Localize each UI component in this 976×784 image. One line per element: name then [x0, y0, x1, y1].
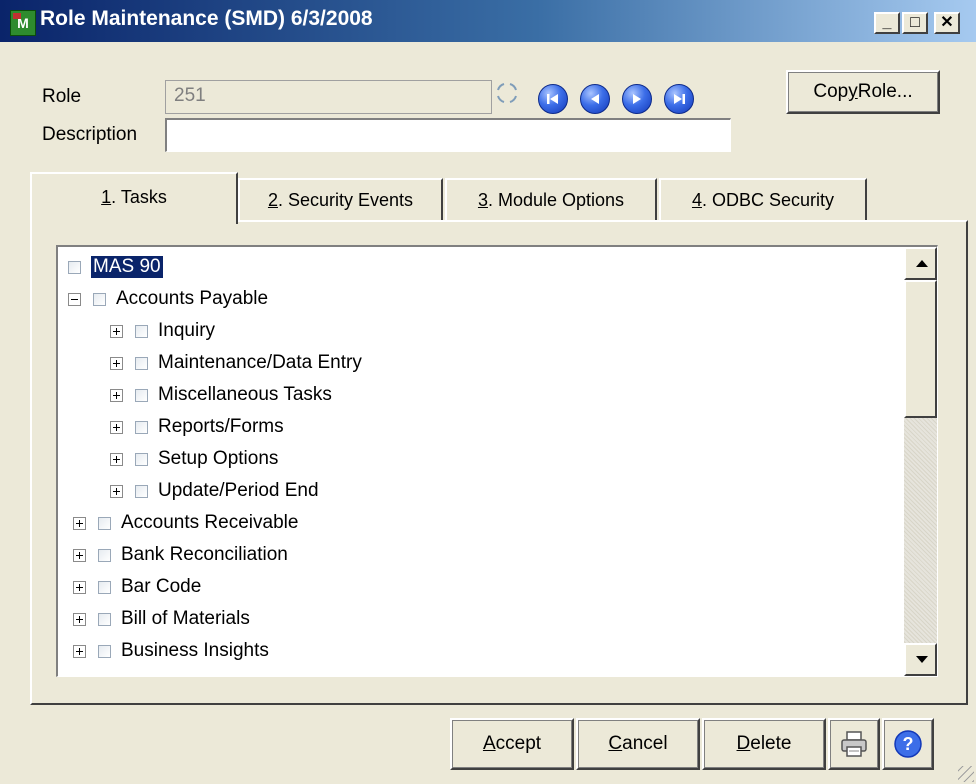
help-button[interactable]: ?	[882, 718, 934, 770]
tab-security-events[interactable]: 2. Security Events	[238, 178, 443, 222]
tree-item-miscellaneous-tasks[interactable]: Miscellaneous Tasks	[110, 380, 332, 410]
expand-icon[interactable]	[110, 388, 123, 402]
tree-item-update-period-end[interactable]: Update/Period End	[110, 476, 319, 506]
tab-odbc-security[interactable]: 4. ODBC Security	[659, 178, 867, 222]
arrow-up-icon	[916, 260, 928, 267]
lookup-icon[interactable]	[496, 82, 518, 104]
tree-checkbox[interactable]	[135, 324, 148, 338]
accept-button[interactable]: Accept	[450, 718, 574, 770]
close-button[interactable]: ✕	[934, 12, 960, 34]
maximize-button[interactable]: □	[902, 12, 928, 34]
expand-icon[interactable]	[73, 644, 86, 658]
delete-button[interactable]: Delete	[702, 718, 826, 770]
scroll-down-button[interactable]	[904, 643, 937, 676]
tree-scrollbar[interactable]	[904, 247, 937, 676]
tree-item-setup-options[interactable]: Setup Options	[110, 444, 278, 474]
tab-module-options[interactable]: 3. Module Options	[445, 178, 657, 222]
copy-role-button[interactable]: Copy Role...	[786, 70, 940, 114]
expand-icon[interactable]	[110, 420, 123, 434]
tree-item-accounts-receivable[interactable]: Accounts Receivable	[73, 508, 298, 538]
app-icon: M	[10, 10, 36, 36]
tree-checkbox[interactable]	[98, 548, 111, 562]
first-record-icon[interactable]	[538, 84, 568, 114]
tree-item-business-insights[interactable]: Business Insights	[73, 636, 269, 666]
tree-checkbox[interactable]	[135, 388, 148, 402]
title-bar[interactable]: M Role Maintenance (SMD) 6/3/2008 _ □ ✕	[0, 0, 976, 42]
role-label: Role	[42, 86, 82, 107]
expand-icon[interactable]	[73, 580, 86, 594]
minimize-button[interactable]: _	[874, 12, 900, 34]
tree-checkbox[interactable]	[98, 516, 111, 530]
tree-item-reports-forms[interactable]: Reports/Forms	[110, 412, 284, 442]
tree-checkbox[interactable]	[135, 484, 148, 498]
window-title: Role Maintenance (SMD) 6/3/2008	[40, 7, 373, 30]
tree-root[interactable]: MAS 90	[68, 252, 164, 282]
role-maintenance-window: M Role Maintenance (SMD) 6/3/2008 _ □ ✕ …	[0, 0, 976, 784]
tree-checkbox[interactable]	[135, 356, 148, 370]
task-tree[interactable]: MAS 90 Accounts Payable Inquiry Maintena…	[56, 245, 938, 677]
expand-icon[interactable]	[110, 452, 123, 466]
scroll-thumb[interactable]	[904, 280, 937, 418]
tree-item-maintenance-data-entry[interactable]: Maintenance/Data Entry	[110, 348, 362, 378]
scroll-up-button[interactable]	[904, 247, 937, 280]
printer-icon	[841, 731, 867, 757]
tree-checkbox[interactable]	[98, 644, 111, 658]
tree-item-accounts-payable[interactable]: Accounts Payable	[68, 284, 268, 314]
print-button[interactable]	[828, 718, 880, 770]
previous-record-icon[interactable]	[580, 84, 610, 114]
description-label: Description	[42, 124, 138, 145]
expand-icon[interactable]	[110, 324, 123, 338]
expand-icon[interactable]	[110, 484, 123, 498]
expand-icon[interactable]	[73, 548, 86, 562]
tree-checkbox[interactable]	[135, 452, 148, 466]
last-record-icon[interactable]	[664, 84, 694, 114]
arrow-down-icon	[916, 656, 928, 663]
tree-checkbox[interactable]	[68, 260, 81, 274]
expand-icon[interactable]	[73, 612, 86, 626]
description-field[interactable]	[165, 118, 731, 152]
tree-item-inquiry[interactable]: Inquiry	[110, 316, 215, 346]
tree-item-bank-reconciliation[interactable]: Bank Reconciliation	[73, 540, 288, 570]
cancel-button[interactable]: Cancel	[576, 718, 700, 770]
svg-text:?: ?	[903, 734, 914, 754]
collapse-icon[interactable]	[68, 292, 81, 306]
tree-item-bar-code[interactable]: Bar Code	[73, 572, 201, 602]
tree-checkbox[interactable]	[98, 612, 111, 626]
role-field[interactable]: 251	[165, 80, 492, 114]
next-record-icon[interactable]	[622, 84, 652, 114]
expand-icon[interactable]	[110, 356, 123, 370]
tree-item-bill-of-materials[interactable]: Bill of Materials	[73, 604, 250, 634]
expand-icon[interactable]	[73, 516, 86, 530]
tree-checkbox[interactable]	[93, 292, 106, 306]
tab-tasks[interactable]: 1. Tasks	[30, 172, 238, 224]
tree-checkbox[interactable]	[98, 580, 111, 594]
tree-checkbox[interactable]	[135, 420, 148, 434]
help-icon: ?	[894, 730, 922, 758]
resize-grip[interactable]	[958, 766, 974, 782]
